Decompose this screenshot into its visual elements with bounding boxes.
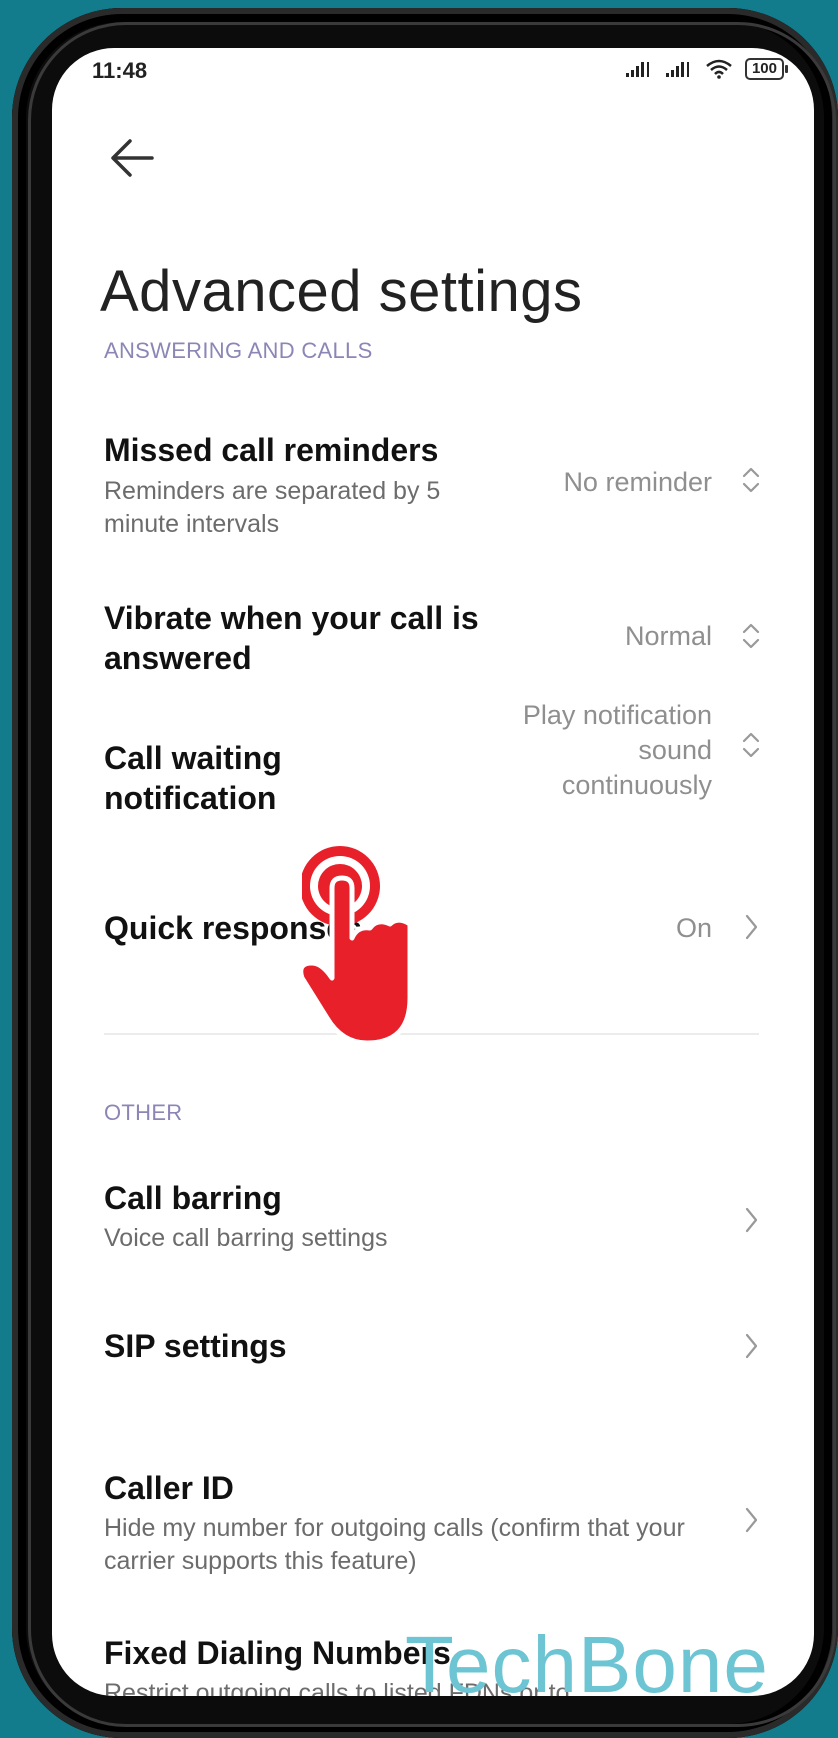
setting-value: Normal: [624, 621, 712, 651]
setting-value: No reminder: [563, 467, 712, 497]
phone-screen: 11:48 100 Advanced settings ANSWERING AN…: [52, 48, 814, 1696]
setting-title: Fixed Dialing Numbers: [104, 1635, 451, 1671]
setting-subtitle: Reminders are separated by 5 minute inte…: [104, 477, 441, 538]
chevron-up-down-icon: [742, 732, 760, 758]
setting-title: Call barring: [104, 1180, 282, 1216]
wifi-icon: [706, 59, 732, 79]
status-bar: 11:48 100: [52, 48, 814, 88]
setting-title: Call waiting notification: [104, 740, 282, 816]
setting-subtitle: Hide my number for outgoing calls (confi…: [104, 1514, 685, 1575]
setting-sip[interactable]: SIP settings: [52, 1308, 814, 1418]
status-time: 11:48: [92, 58, 148, 83]
battery-indicator: 100: [744, 58, 789, 80]
setting-missed-call-reminders[interactable]: Missed call reminders Reminders are sepa…: [52, 378, 814, 538]
chevron-right-icon: [745, 1507, 758, 1533]
setting-subtitle: Voice call barring settings: [104, 1224, 388, 1252]
chevron-right-icon: [745, 1207, 758, 1233]
signal-icon: [625, 62, 649, 77]
chevron-up-down-icon: [742, 623, 760, 649]
setting-value: Play notification sound continuously: [522, 700, 712, 800]
arrow-left-icon: [111, 139, 154, 177]
back-button[interactable]: [104, 128, 164, 188]
chevron-up-down-icon: [742, 467, 760, 493]
setting-vibrate-answered[interactable]: Vibrate when your call is answered Norma…: [52, 548, 814, 688]
setting-caller-id[interactable]: Caller ID Hide my number for outgoing ca…: [52, 1448, 814, 1598]
status-icons: 100: [625, 58, 789, 80]
section-header-answering: ANSWERING AND CALLS: [104, 338, 373, 363]
setting-value: On: [675, 913, 712, 943]
chevron-right-icon: [745, 1333, 758, 1359]
setting-title: Missed call reminders: [104, 432, 439, 468]
tap-hand-icon: [302, 846, 413, 1046]
setting-title: Caller ID: [104, 1470, 234, 1506]
setting-quick-responses[interactable]: Quick responses On: [52, 908, 814, 1008]
setting-call-waiting-notification[interactable]: Call waiting notification Play notificat…: [52, 698, 814, 848]
setting-call-barring[interactable]: Call barring Voice call barring settings: [52, 1158, 814, 1288]
chevron-right-icon: [745, 914, 758, 940]
section-header-other: OTHER: [104, 1100, 183, 1125]
setting-title: SIP settings: [104, 1328, 287, 1364]
page-title: Advanced settings: [100, 259, 583, 324]
signal-icon-2: [665, 62, 689, 77]
watermark: TechBone: [405, 1620, 769, 1709]
setting-title: Vibrate when your call is answered: [104, 600, 479, 676]
